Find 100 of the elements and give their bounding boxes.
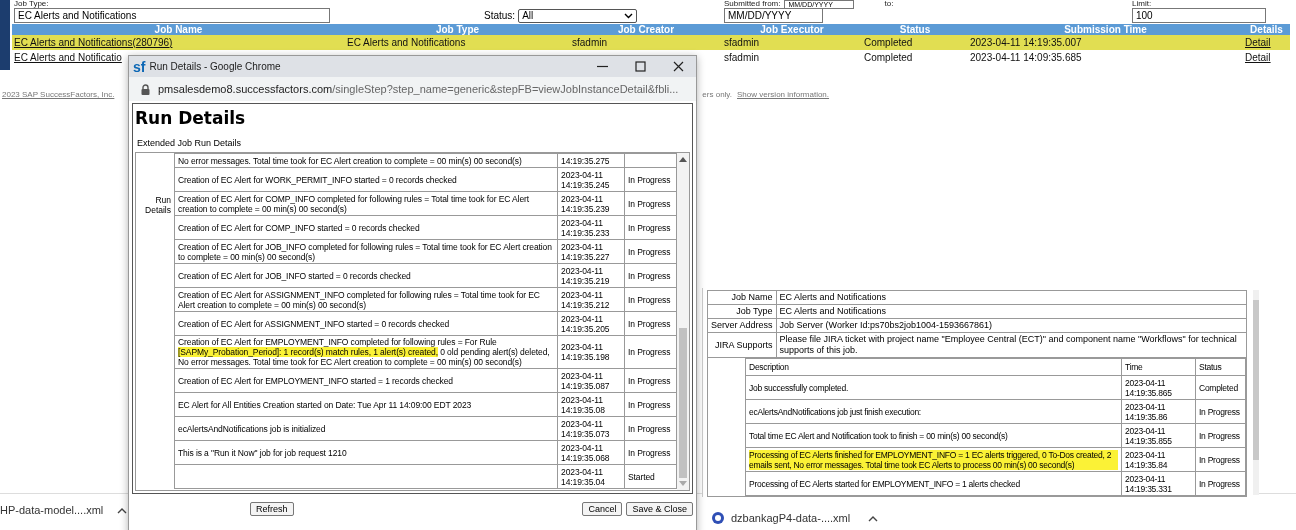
table-link[interactable]: Detail xyxy=(1245,37,1271,48)
maximize-icon[interactable] xyxy=(635,61,646,72)
column-header: Status xyxy=(1195,358,1246,376)
status-cell: In Progress xyxy=(628,294,671,305)
window-title: Run Details - Google Chrome xyxy=(149,61,281,72)
time-cell: 2023-04-11 14:19:35.245 xyxy=(557,167,625,192)
description-text: Creation of EC Alert for JOB_INFO started = 0 records checked xyxy=(178,270,412,281)
status-cell: In Progress xyxy=(1195,447,1246,472)
description-text: Processing of EC Alerts started for EMPLOYMENT_INFO = 1 alerts checked xyxy=(749,478,1021,489)
time-cell: 2023-04-11 14:19:35.068 xyxy=(557,440,625,465)
description-text: Creation of EC Alert for ASSIGNMENT_INFO started = 0 records checked xyxy=(178,318,451,329)
description-text: Creation of EC Alert for EMPLOYMENT_INFO completed for following rules = For Rule [SAPMy_Probation_Period]: 1 record(s) match rules, 1 alert(s) created, 0 old pending alert(s) deleted, No error messages. Total time took for EC Alert creation to complete = 00 min(s) 00 second(s) xyxy=(178,337,551,367)
page-heading: Run Details xyxy=(135,107,247,130)
submitted-from-label: Submitted from: xyxy=(724,0,781,8)
logo: sf xyxy=(133,59,146,74)
time-cell: 14:19:35.275 xyxy=(557,153,625,168)
scrollbar-thumb[interactable] xyxy=(679,328,687,478)
caret-up-icon[interactable] xyxy=(117,506,128,514)
description-text: ecAlertsAndNotifications job is initialized xyxy=(178,423,327,434)
scrollbar[interactable] xyxy=(1253,290,1259,495)
caret-up-icon[interactable] xyxy=(868,514,879,522)
chevron-down-icon xyxy=(624,12,634,19)
download-item[interactable]: dzbankagP4-data-....xml xyxy=(731,512,851,524)
column-header: Details xyxy=(1243,24,1290,35)
description-text: Creation of EC Alert for WORK_PERMIT_INFO started = 0 records checked xyxy=(178,174,458,185)
info-label: Job Type xyxy=(707,304,777,319)
status-cell: Completed xyxy=(1195,375,1246,400)
close-icon[interactable] xyxy=(673,61,684,72)
time-cell: 2023-04-11 14:19:35.04 xyxy=(557,464,625,489)
table-cell: sfadmin xyxy=(724,52,759,63)
column-header: Job Executor xyxy=(722,24,862,35)
table-cell: Completed xyxy=(864,52,913,63)
limit-field[interactable]: 100 xyxy=(1132,8,1266,23)
to-label: to: xyxy=(884,0,894,8)
column-header: Submission Time xyxy=(968,24,1243,35)
time-cell: 2023-04-11 14:19:35.331 xyxy=(1121,471,1196,496)
info-label: Job Name xyxy=(707,290,777,305)
status-cell: In Progress xyxy=(628,198,671,209)
refresh-button[interactable]: Refresh xyxy=(250,502,294,516)
table-cell: sfadmin xyxy=(724,37,759,48)
scroll-up-icon[interactable] xyxy=(679,157,687,162)
time-cell: 2023-04-11 14:19:35.087 xyxy=(557,368,625,393)
copyright-link[interactable]: 2023 SAP SuccessFactors, Inc. xyxy=(2,90,115,99)
status-dropdown[interactable]: All xyxy=(518,8,638,23)
info-value: Please file JIRA ticket with project name "Employee Central (ECT)" and component name "Workflows" for technical supports of this job. xyxy=(776,332,1247,358)
time-cell: 2023-04-11 14:19:35.219 xyxy=(557,263,625,288)
status-label: Status: xyxy=(484,10,516,21)
status-cell: In Progress xyxy=(628,347,671,357)
column-header: Job Type xyxy=(345,24,570,35)
status-cell: In Progress xyxy=(628,174,671,185)
status-cell: In Progress xyxy=(1195,423,1246,448)
table-link[interactable]: Detail xyxy=(1245,52,1271,63)
description-text: Creation of EC Alert for COMP_INFO started = 0 records checked xyxy=(178,222,421,233)
column-header: Status xyxy=(862,24,968,35)
info-value: EC Alerts and Notifications xyxy=(776,290,1247,305)
table-cell: EC Alerts and Notifications xyxy=(347,37,466,48)
table-cell: 2023-04-11 14:09:35.685 xyxy=(970,52,1082,63)
status-cell: In Progress xyxy=(628,246,671,257)
time-cell: 2023-04-11 14:19:35.212 xyxy=(557,287,625,312)
job-type-field[interactable]: EC Alerts and Notifications xyxy=(14,8,330,23)
description-text: No error messages. Total time took for EC Alert creation to complete = 00 min(s) 00 second(s) xyxy=(178,155,523,166)
version-link[interactable]: Show version information. xyxy=(737,90,830,99)
info-value: EC Alerts and Notifications xyxy=(776,304,1247,319)
description-text: EC Alert for All Entities Creation started on Date: Tue Apr 11 14:09:00 EDT 2023 xyxy=(178,399,473,410)
table-link[interactable]: EC Alerts and Notificatio xyxy=(14,52,122,63)
to-date-field[interactable]: MM/DD/YYYY xyxy=(724,8,823,23)
time-cell: 2023-04-11 14:19:35.86 xyxy=(1121,399,1196,424)
column-header: Job Creator xyxy=(570,24,722,35)
time-cell: 2023-04-11 14:19:35.227 xyxy=(557,239,625,264)
time-cell: 2023-04-11 14:19:35.198 xyxy=(557,335,625,369)
time-cell: 2023-04-11 14:19:35.855 xyxy=(1121,423,1196,448)
download-item[interactable]: HP-data-model....xml xyxy=(0,504,104,516)
cancel-button[interactable]: Cancel xyxy=(582,502,623,516)
table-cell: Completed xyxy=(864,37,913,48)
scrollbar-thumb[interactable] xyxy=(1253,300,1259,460)
column-header: Description xyxy=(745,358,1122,376)
table-link[interactable]: EC Alerts and Notifications(280796) xyxy=(14,37,173,48)
description-text: Creation of EC Alert for COMP_INFO completed for following rules = Total time took for EC Alert creation to complete = 00 min(s) 00 second(s) xyxy=(178,193,531,214)
status-cell: In Progress xyxy=(628,222,671,233)
time-cell: 2023-04-11 14:19:35.239 xyxy=(557,191,625,216)
description-text: Total time EC Alert and Notification took to finish = 00 min(s) 00 second(s) xyxy=(749,430,1009,441)
scrollbar[interactable] xyxy=(677,153,689,490)
time-cell: 2023-04-11 14:19:35.205 xyxy=(557,311,625,336)
column-header: Job Name xyxy=(12,24,345,35)
info-label: JIRA Supports xyxy=(707,332,777,358)
status-cell: In Progress xyxy=(628,270,671,281)
description-text: Creation of EC Alert for JOB_INFO completed for following rules = Total time took for EC Alert creation to complete = 00 min(s) 00 second(s) xyxy=(178,241,553,262)
time-cell: 2023-04-11 14:19:35.865 xyxy=(1121,375,1196,400)
section-title: Extended Job Run Details xyxy=(137,138,243,148)
status-cell: In Progress xyxy=(628,423,671,434)
status-cell: In Progress xyxy=(1195,471,1246,496)
status-cell: Started xyxy=(628,471,655,482)
lock-icon xyxy=(141,83,150,95)
table-row[interactable]: EC Alerts and Notifications(280796) EC Alerts and Notifications sfadmin sfadmin Completed 2023-04-11 14:19:35.007 Detail xyxy=(12,35,1290,50)
description-text: Creation of EC Alert for ASSIGNMENT_INFO completed for following rules = Total time took for EC Alert creation to complete = 00 min(s) 00 second(s) xyxy=(178,289,541,310)
description-text: Creation of EC Alert for EMPLOYMENT_INFO started = 1 records checked xyxy=(178,375,454,386)
save-close-button[interactable]: Save & Close xyxy=(626,502,693,516)
time-cell: 2023-04-11 14:19:35.84 xyxy=(1121,447,1196,472)
status-cell: In Progress xyxy=(628,375,671,386)
status-cell: In Progress xyxy=(1195,399,1246,424)
